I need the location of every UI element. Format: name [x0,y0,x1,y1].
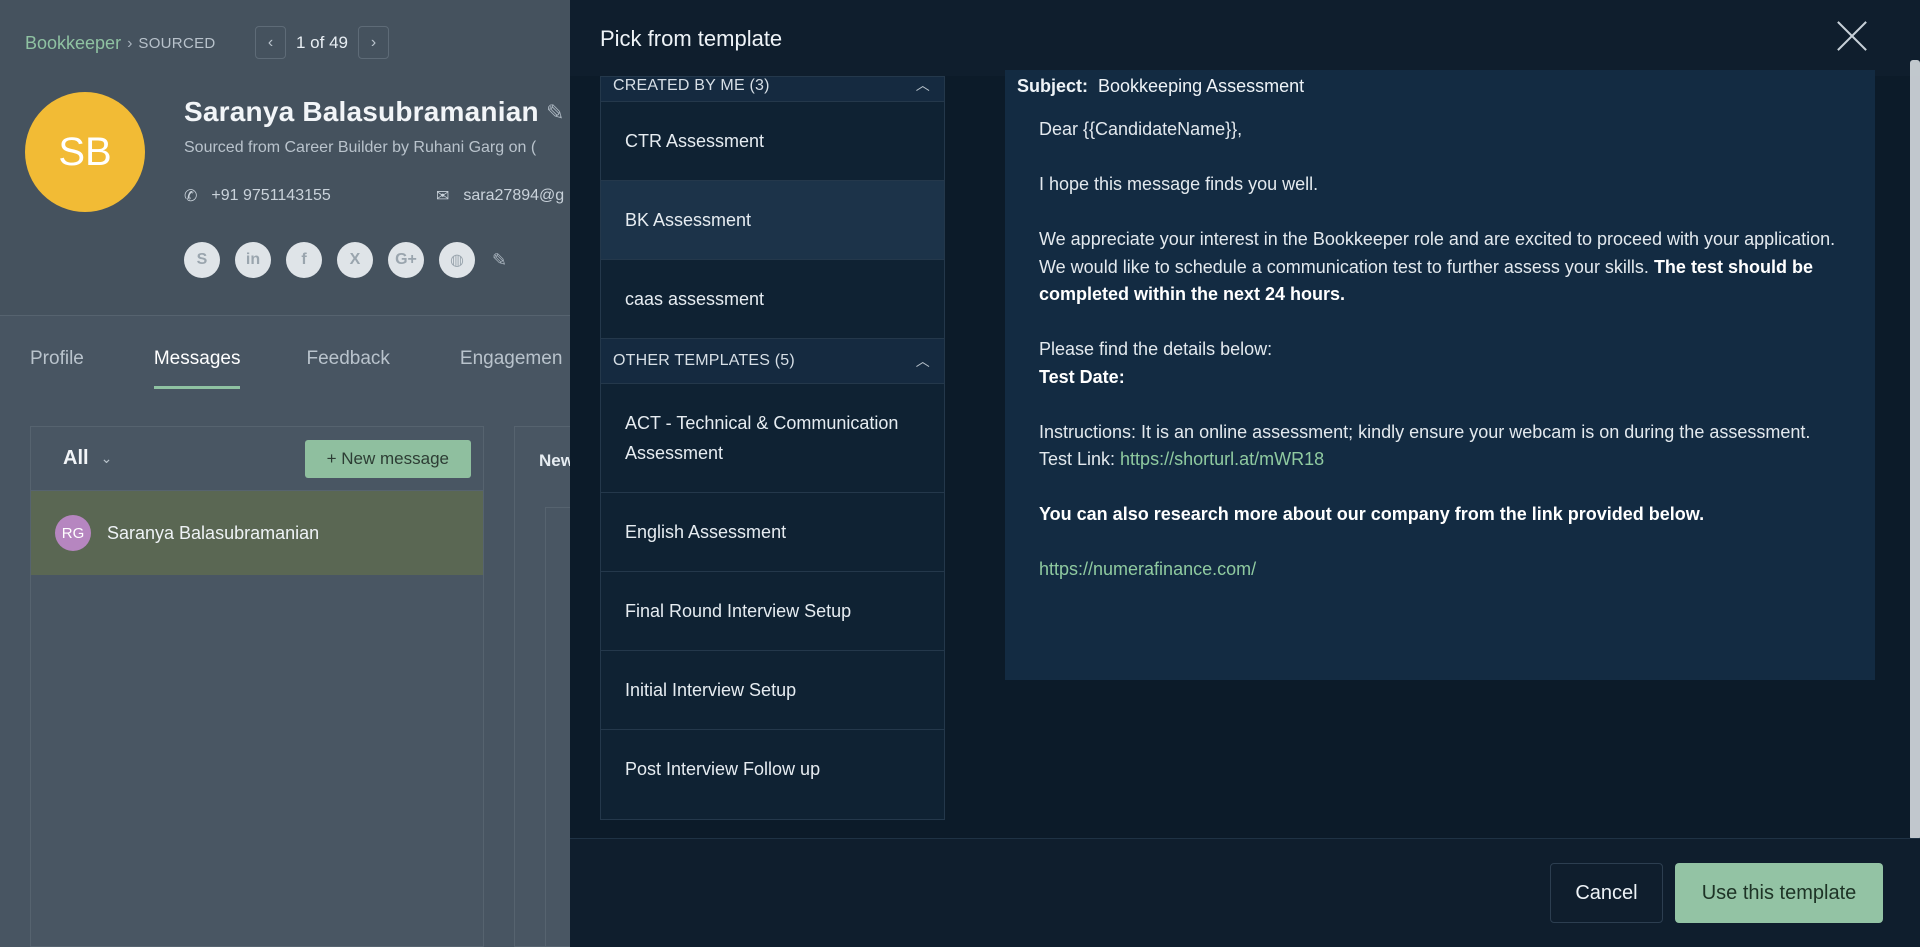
modal-footer: Cancel Use this template [570,838,1920,947]
body-line: We would like to schedule a communicatio… [1039,254,1849,309]
globe-icon[interactable]: ◍ [439,242,475,278]
group-label: CREATED BY ME (3) [613,77,770,94]
x-icon[interactable]: X [337,242,373,278]
messages-panel: All ⌄ + New message RG Saranya Balasubra… [30,426,484,947]
avatar: RG [55,515,91,551]
next-candidate-button[interactable]: › [358,26,389,59]
breadcrumb-job-link[interactable]: Bookkeeper [25,33,121,54]
greeting: Dear {{CandidateName}}, [1039,119,1243,139]
template-item[interactable]: Initial Interview Setup [601,651,944,730]
modal-header: Pick from template [570,0,1920,76]
chevron-right-icon: › [127,34,133,52]
sourced-info: Sourced from Career Builder by Ruhani Ga… [184,139,537,156]
preview-subject: Subject: Bookkeeping Assessment [1017,76,1304,97]
message-filter[interactable]: All ⌄ [63,447,112,470]
body-text: We would like to schedule a communicatio… [1039,256,1654,277]
filter-label: All [63,447,89,469]
template-list: CREATED BY ME (3) ︿ CTR Assessment BK As… [600,76,945,820]
google-plus-icon[interactable]: G+ [388,242,424,278]
phone-icon: ✆ [184,188,198,205]
tab-feedback[interactable]: Feedback [306,340,389,389]
skype-icon[interactable]: S [184,242,220,278]
body-line: https://numerafinance.com/ [1039,556,1849,584]
chevron-down-icon: ⌄ [100,450,113,466]
social-links: S in f X G+ ◍ ✎ [184,242,507,278]
pencil-icon[interactable]: ✎ [546,100,564,126]
template-item[interactable]: English Assessment [601,493,944,572]
facebook-icon[interactable]: f [286,242,322,278]
messages-toolbar: All ⌄ + New message [31,427,483,491]
body-line: Test Link: https://shorturl.at/mWR18 [1039,446,1849,474]
breadcrumb: Bookkeeper › SOURCED [25,33,216,54]
subject-label: Subject: [1017,76,1089,96]
group-header-created-by-me[interactable]: CREATED BY ME (3) ︿ [601,77,944,102]
template-preview: Subject: Bookkeeping Assessment Dear {{Ca… [1005,70,1875,680]
avatar: SB [25,92,145,212]
tab-profile[interactable]: Profile [30,340,84,389]
research-text: You can also research more about our com… [1039,504,1705,524]
test-link-label: Test Link: [1039,449,1121,469]
thread-name: Saranya Balasubramanian [107,522,320,543]
chevron-right-icon: › [370,33,377,51]
candidate-pager: ‹ 1 of 49 › [255,26,389,59]
chevron-left-icon: ‹ [267,33,274,51]
profile-tabs: Profile Messages Feedback Engagemen [0,340,604,389]
preview-body: Dear {{CandidateName}}, I hope this mess… [1039,116,1849,584]
group-header-other-templates[interactable]: OTHER TEMPLATES (5) ︿ [601,339,944,384]
test-date-label: Test Date: [1039,366,1125,387]
tab-messages[interactable]: Messages [153,340,241,389]
mail-icon: ✉ [436,188,450,205]
company-link[interactable]: https://numerafinance.com/ [1039,559,1256,579]
linkedin-icon[interactable]: in [235,242,271,278]
conversation-panel: New [514,426,585,947]
prev-candidate-button[interactable]: ‹ [255,26,286,59]
modal-scrollbar[interactable] [1910,60,1920,840]
pager-count: 1 of 49 [296,32,348,52]
body-line: We appreciate your interest in the Bookk… [1039,229,1836,249]
chevron-up-icon: ︿ [915,353,930,369]
modal-body: CREATED BY ME (3) ︿ CTR Assessment BK As… [570,70,1920,838]
email-address[interactable]: sara27894@g [463,187,564,205]
chevron-up-icon: ︿ [915,77,930,93]
conversation-label: New [539,451,574,470]
candidate-name: Saranya Balasubramanian [184,96,539,127]
template-item[interactable]: CTR Assessment [601,102,944,181]
body-line: You can also research more about our com… [1039,501,1849,529]
body-line: I hope this message finds you well. [1039,174,1319,194]
subject-text: Bookkeeping Assessment [1098,76,1305,96]
template-item[interactable]: Post Interview Follow up [601,730,944,809]
use-template-button[interactable]: Use this template [1675,863,1883,923]
template-picker-modal: Pick from template CREATED BY ME (3) ︿ C… [570,0,1920,947]
close-icon[interactable] [1834,18,1870,54]
new-message-button[interactable]: + New message [304,439,471,478]
tab-engagement[interactable]: Engagemen [460,340,562,389]
group-label: OTHER TEMPLATES (5) [613,352,795,369]
template-item[interactable]: caas assessment [601,260,944,339]
breadcrumb-stage: SOURCED [138,35,216,52]
template-item[interactable]: Final Round Interview Setup [601,572,944,651]
cancel-button[interactable]: Cancel [1550,863,1663,923]
phone-info: ✆ +91 9751143155 [184,186,331,206]
body-line: Please find the details below: [1039,339,1273,359]
template-item[interactable]: ACT - Technical & Communication Assessme… [601,384,944,493]
body-line: Instructions: It is an online assessment… [1039,421,1811,442]
phone-number[interactable]: +91 9751143155 [211,187,330,205]
template-item-selected[interactable]: BK Assessment [601,181,944,260]
message-thread[interactable]: RG Saranya Balasubramanian [31,491,483,575]
body-line: Test Date: [1039,364,1849,392]
email-info: ✉ sara27894@g [436,186,564,206]
modal-title: Pick from template [600,26,783,51]
test-link[interactable]: https://shorturl.at/mWR18 [1120,449,1324,469]
pencil-icon[interactable]: ✎ [492,250,507,271]
